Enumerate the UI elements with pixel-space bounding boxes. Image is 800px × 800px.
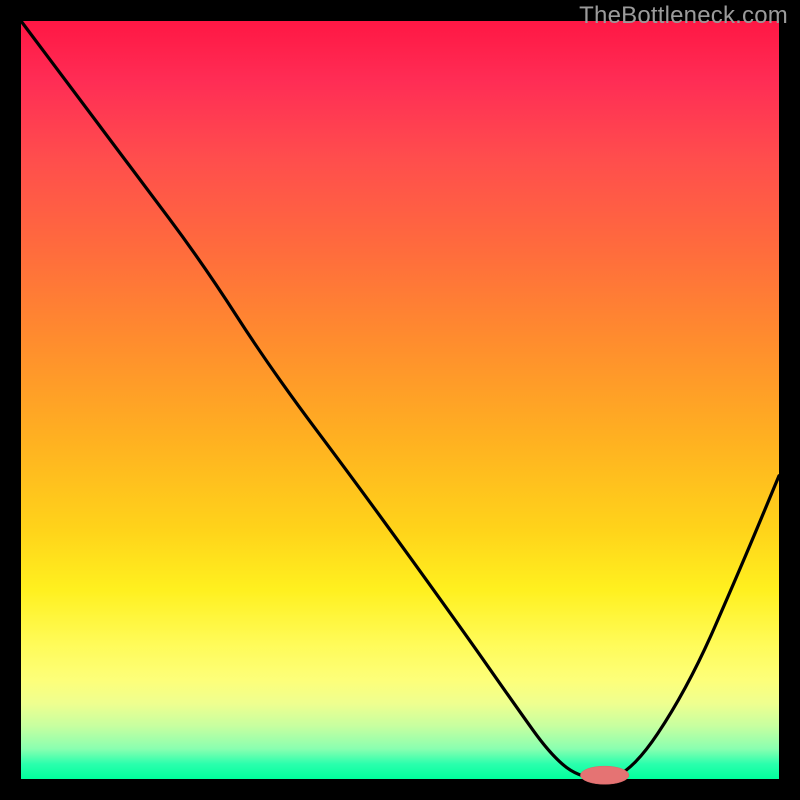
bottleneck-curve-svg — [21, 21, 779, 779]
chart-frame: TheBottleneck.com — [0, 0, 800, 800]
bottleneck-curve-line — [21, 21, 779, 779]
watermark-text: TheBottleneck.com — [579, 2, 788, 30]
optimal-point-marker — [580, 766, 629, 784]
